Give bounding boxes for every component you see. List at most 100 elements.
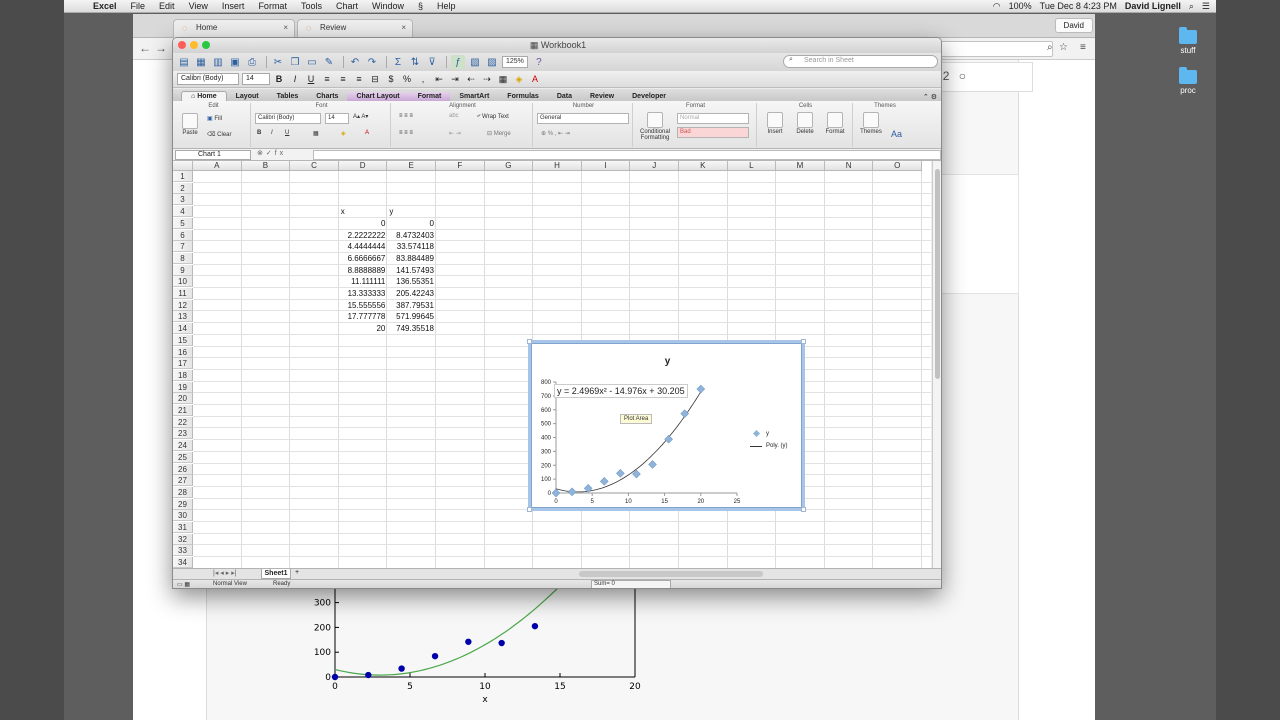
scroll-thumb[interactable] xyxy=(935,169,940,379)
tab-chart-layout[interactable]: Chart Layout xyxy=(347,92,409,101)
browser-tab-home[interactable]: ◌ Home × xyxy=(173,19,295,38)
insert-cells-button[interactable]: Insert xyxy=(761,112,789,135)
row-header[interactable]: 26 xyxy=(173,463,193,475)
align-left-icon[interactable]: ≡ xyxy=(321,73,333,86)
save-icon[interactable]: ▣ xyxy=(228,55,242,69)
script-menu-icon[interactable]: § xyxy=(411,1,430,11)
menu-file[interactable]: File xyxy=(124,1,153,11)
zoom-select[interactable]: 125% xyxy=(502,56,528,68)
row-header[interactable]: 34 xyxy=(173,557,193,569)
column-header[interactable]: G xyxy=(484,161,534,171)
grow-font-icon[interactable]: A▴ A▾ xyxy=(353,113,368,120)
align-top-icon[interactable]: ≡ ≡ ≡ xyxy=(399,113,413,119)
resize-handle[interactable] xyxy=(801,507,806,512)
font-color-icon[interactable]: A xyxy=(529,73,541,86)
paste-button[interactable]: Paste xyxy=(179,113,201,136)
increase-indent-icon[interactable]: ⇢ xyxy=(481,73,493,86)
menu-chart[interactable]: Chart xyxy=(329,1,365,11)
back-arrow-icon[interactable]: ← xyxy=(139,41,151,55)
cell-D4[interactable]: x xyxy=(341,206,386,217)
conditional-formatting-button[interactable]: Conditional Formatting xyxy=(637,112,673,141)
tab-developer[interactable]: Developer xyxy=(623,92,675,101)
row-header[interactable]: 6 xyxy=(173,229,193,241)
trendline-curve[interactable] xyxy=(555,391,702,493)
row-header[interactable]: 3 xyxy=(173,194,193,206)
ribbon-italic-button[interactable]: I xyxy=(271,130,273,136)
sort-icon[interactable]: ⇅ xyxy=(408,55,422,69)
format-painter-icon[interactable]: ✎ xyxy=(322,55,336,69)
close-icon[interactable]: × xyxy=(401,23,406,32)
trendline-equation[interactable]: y = 2.4969x² - 14.976x + 30.205 xyxy=(554,384,688,398)
row-header[interactable]: 21 xyxy=(173,405,193,416)
column-header[interactable]: M xyxy=(776,161,825,171)
browser-tab-review[interactable]: ◌ Review × xyxy=(297,19,413,38)
row-header[interactable]: 10 xyxy=(173,276,193,288)
cell-D5[interactable]: 0 xyxy=(341,218,385,229)
cell-E13[interactable]: 571.99645 xyxy=(389,311,434,322)
row-header[interactable]: 23 xyxy=(173,428,193,440)
comma-icon[interactable]: , xyxy=(417,73,429,86)
row-header[interactable]: 22 xyxy=(173,416,193,428)
data-point[interactable] xyxy=(696,384,706,394)
clock[interactable]: Tue Dec 8 4:23 PM xyxy=(1040,1,1117,11)
data-point[interactable] xyxy=(680,409,690,418)
filter-icon[interactable]: ⊽ xyxy=(425,55,439,69)
row-header[interactable]: 12 xyxy=(173,299,193,311)
close-window-icon[interactable] xyxy=(178,41,186,49)
ribbon-font-name[interactable]: Calibri (Body) xyxy=(255,113,321,124)
menu-edit[interactable]: Edit xyxy=(152,1,182,11)
toolbox-icon[interactable]: ▨ xyxy=(485,55,499,69)
cell-D11[interactable]: 13.333333 xyxy=(341,288,386,299)
cell-D10[interactable]: 11.111111 xyxy=(341,276,385,287)
tab-formulas[interactable]: Formulas xyxy=(498,92,548,101)
style-bad[interactable]: Bad xyxy=(677,127,749,138)
column-header[interactable]: B xyxy=(241,161,291,171)
notification-center-icon[interactable]: ☰ xyxy=(1202,1,1210,12)
spotlight-icon[interactable]: ⌕ xyxy=(1189,1,1194,12)
fill-color-icon[interactable]: ◈ xyxy=(513,73,525,86)
row-header[interactable]: 2 xyxy=(173,182,193,194)
horizontal-scrollbar[interactable] xyxy=(579,571,763,577)
cell-D12[interactable]: 15.555556 xyxy=(341,300,386,311)
menu-view[interactable]: View xyxy=(182,1,215,11)
undo-icon[interactable]: ↶ xyxy=(348,55,362,69)
user-name[interactable]: David Lignell xyxy=(1125,1,1181,11)
ribbon-underline-button[interactable]: U xyxy=(285,130,289,136)
row-header[interactable]: 19 xyxy=(173,381,193,393)
status-sum[interactable]: Sum= 0 xyxy=(591,580,671,588)
wrap-text-button[interactable]: ⤶ Wrap Text xyxy=(477,113,509,120)
ribbon-collapse-icon[interactable]: ⌃ ⚙ xyxy=(923,93,941,101)
row-header[interactable]: 5 xyxy=(173,217,193,229)
row-header[interactable]: 11 xyxy=(173,288,193,299)
cell-E7[interactable]: 33.574118 xyxy=(389,241,434,252)
tab-review[interactable]: Review xyxy=(581,92,623,101)
column-header[interactable]: F xyxy=(436,161,485,171)
delete-cells-button[interactable]: Delete xyxy=(791,112,819,135)
italic-button[interactable]: I xyxy=(289,73,301,86)
row-header[interactable]: 17 xyxy=(173,358,193,370)
row-header[interactable]: 18 xyxy=(173,369,193,381)
formula-input[interactable] xyxy=(313,150,941,160)
cell-E8[interactable]: 83.884489 xyxy=(389,253,434,264)
cell-D7[interactable]: 4.4444444 xyxy=(341,241,386,252)
cell-D6[interactable]: 2.2222222 xyxy=(341,230,386,241)
column-header[interactable]: E xyxy=(387,161,436,171)
zoom-window-icon[interactable] xyxy=(202,41,210,49)
ribbon-font-size[interactable]: 14 xyxy=(325,113,349,124)
column-header[interactable]: C xyxy=(290,161,339,171)
column-header[interactable]: D xyxy=(338,161,388,171)
increase-decimal-icon[interactable]: ⇤ xyxy=(433,73,445,86)
number-format-select[interactable]: General xyxy=(537,113,629,124)
open-icon[interactable]: ▥ xyxy=(211,55,225,69)
minimize-window-icon[interactable] xyxy=(190,41,198,49)
row-header[interactable]: 8 xyxy=(173,252,193,264)
row-header[interactable]: 13 xyxy=(173,311,193,323)
data-point[interactable] xyxy=(616,469,625,478)
tab-layout[interactable]: Layout xyxy=(227,92,268,101)
column-header[interactable]: L xyxy=(727,161,777,171)
select-all-corner[interactable] xyxy=(173,161,193,171)
bold-button[interactable]: B xyxy=(273,73,285,86)
font-size-select[interactable]: 14 xyxy=(242,73,270,85)
new-sheet-icon[interactable]: ▤ xyxy=(177,55,191,69)
tab-data[interactable]: Data xyxy=(548,92,581,101)
